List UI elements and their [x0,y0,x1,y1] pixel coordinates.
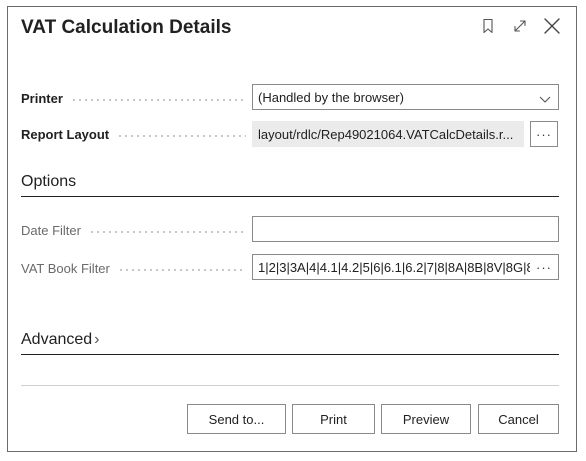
chevron-down-icon [539,92,551,107]
printer-label: Printer [21,90,246,106]
date-filter-label-text: Date Filter [21,222,81,238]
label-leader-dots [117,267,246,272]
vat-book-filter-label: VAT Book Filter [21,260,246,276]
preview-button[interactable]: Preview [381,404,471,434]
dialog-title: VAT Calculation Details [21,17,232,38]
send-to-button[interactable]: Send to... [187,404,286,434]
report-layout-lookup-button[interactable]: ··· [530,121,558,147]
ellipsis-icon: ··· [536,126,552,142]
print-button[interactable]: Print [292,404,375,434]
bookmark-icon[interactable] [476,15,500,37]
vat-book-filter-input[interactable]: 1|2|3|3A|4|4.1|4.2|5|6|6.1|6.2|7|8|8A|8B… [252,254,559,280]
chevron-right-icon: › [94,331,100,348]
report-layout-value: layout/rdlc/Rep49021064.VATCalcDetails.r… [258,126,514,142]
label-leader-dots [117,133,246,138]
advanced-divider [21,354,559,355]
cancel-button[interactable]: Cancel [478,404,559,434]
close-icon[interactable] [540,15,564,37]
vat-book-filter-label-text: VAT Book Filter [21,260,110,276]
label-leader-dots [88,229,246,234]
date-filter-input[interactable] [252,216,559,242]
vat-calculation-dialog: VAT Calculation Details Printer (Handled… [7,6,577,452]
date-filter-label: Date Filter [21,222,246,238]
vat-book-filter-value: 1|2|3|3A|4|4.1|4.2|5|6|6.1|6.2|7|8|8A|8B… [258,259,534,275]
ellipsis-icon: ··· [536,259,552,275]
advanced-section-title: Advanced [21,331,93,348]
options-divider [21,196,559,197]
expand-icon[interactable] [508,15,532,37]
printer-select-value: (Handled by the browser) [258,89,404,105]
printer-select[interactable]: (Handled by the browser) [252,84,559,110]
report-layout-label-text: Report Layout [21,126,110,142]
vat-book-filter-lookup-button[interactable]: ··· [530,255,558,279]
options-section-title[interactable]: Options [21,173,76,191]
dialog-title-actions [476,15,564,37]
label-leader-dots [70,97,246,102]
advanced-section-toggle[interactable]: Advanced › [21,331,100,349]
footer-divider [21,385,559,386]
report-layout-field: layout/rdlc/Rep49021064.VATCalcDetails.r… [252,121,524,147]
report-layout-label: Report Layout [21,126,246,142]
printer-label-text: Printer [21,90,63,106]
